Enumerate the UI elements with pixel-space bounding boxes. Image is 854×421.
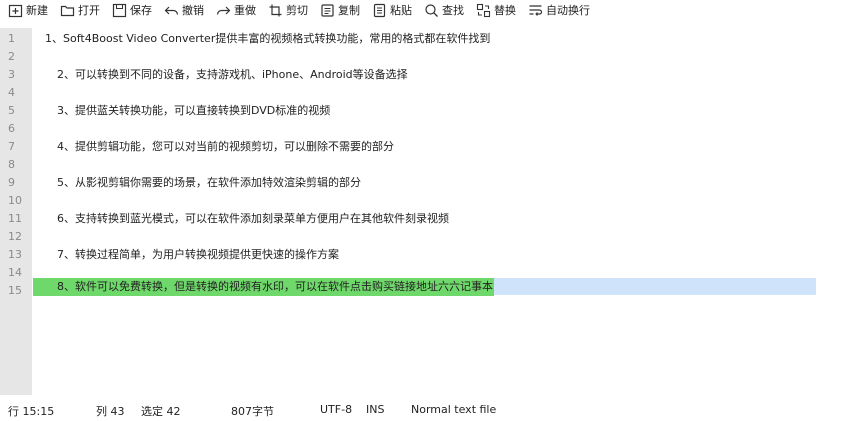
file-type-indicator[interactable]: Normal text file: [411, 403, 496, 416]
open-button[interactable]: 打开: [60, 2, 100, 18]
undo-label: 撤销: [182, 4, 204, 17]
copy-label: 复制: [338, 4, 360, 17]
paste-label: 粘贴: [390, 4, 412, 17]
cut-button[interactable]: 剪切: [268, 2, 308, 18]
paste-icon: [372, 3, 387, 18]
line-number: 3: [8, 68, 15, 81]
undo-button[interactable]: 撤销: [164, 2, 204, 18]
text-line[interactable]: 3、提供蓝关转换功能，可以直接转换到DVD标准的视频: [57, 102, 330, 120]
line-number: 14: [8, 266, 22, 279]
replace-icon: [476, 3, 491, 18]
redo-button[interactable]: 重做: [216, 2, 256, 18]
text-line-selected[interactable]: 8、软件可以免费转换，但是转换的视频有水印，可以在软件点击购买链接地址六六记事本: [33, 278, 494, 296]
redo-label: 重做: [234, 4, 256, 17]
new-button[interactable]: 新建: [8, 2, 48, 18]
status-bar: 行 15:15 列 43 选定 42 807字节 UTF-8 INS Norma…: [0, 402, 854, 421]
line-number: 8: [8, 158, 15, 171]
selection-count: 选定 42: [141, 405, 181, 418]
paste-button[interactable]: 粘贴: [372, 2, 412, 18]
word-wrap-button[interactable]: 自动换行: [528, 2, 590, 18]
copy-icon: [320, 3, 335, 18]
undo-icon: [164, 3, 179, 18]
line-number: 9: [8, 176, 15, 189]
save-icon: [112, 3, 127, 18]
column-indicator: 列 43: [96, 405, 125, 418]
text-line[interactable]: 4、提供剪辑功能，您可以对当前的视频剪切，可以删除不需要的部分: [57, 138, 394, 156]
text-line[interactable]: 7、转换过程简单，为用户转换视频提供更快速的操作方案: [57, 246, 339, 264]
word-wrap-label: 自动换行: [546, 4, 590, 17]
text-editor[interactable]: 1 2 3 4 5 6 7 8 9 10 11 12 13 14 15 1、So…: [0, 28, 854, 395]
line-number: 1: [8, 32, 15, 45]
line-number: 4: [8, 86, 15, 99]
crop-cut-icon: [268, 3, 283, 18]
line-number: 13: [8, 248, 22, 261]
save-button[interactable]: 保存: [112, 2, 152, 18]
byte-count: 807字节: [231, 405, 274, 418]
replace-button[interactable]: 替换: [476, 2, 516, 18]
copy-button[interactable]: 复制: [320, 2, 360, 18]
insert-mode-indicator[interactable]: INS: [366, 403, 384, 416]
text-line[interactable]: 1、Soft4Boost Video Converter提供丰富的视频格式转换功…: [45, 30, 490, 48]
line-number: 12: [8, 230, 22, 243]
toolbar: 新建 打开 保存 撤销 重做 剪切 复制 粘贴 查找 替换 自动换行: [0, 0, 854, 20]
new-file-icon: [8, 3, 23, 18]
line-number: 5: [8, 104, 15, 117]
new-label: 新建: [26, 4, 48, 17]
line-number: 15: [8, 284, 22, 297]
word-wrap-icon: [528, 3, 543, 18]
text-line[interactable]: 2、可以转换到不同的设备，支持游戏机、iPhone、Android等设备选择: [57, 66, 408, 84]
line-number: 6: [8, 122, 15, 135]
line-number: 7: [8, 140, 15, 153]
replace-label: 替换: [494, 4, 516, 17]
redo-icon: [216, 3, 231, 18]
find-label: 查找: [442, 4, 464, 17]
line-number: 2: [8, 50, 15, 63]
open-label: 打开: [78, 4, 100, 17]
find-button[interactable]: 查找: [424, 2, 464, 18]
search-icon: [424, 3, 439, 18]
line-number: 11: [8, 212, 22, 225]
folder-icon: [60, 3, 75, 18]
text-line[interactable]: 5、从影视剪辑你需要的场景，在软件添加特效渲染剪辑的部分: [57, 174, 361, 192]
encoding-indicator[interactable]: UTF-8: [320, 403, 352, 416]
save-label: 保存: [130, 4, 152, 17]
text-line[interactable]: 6、支持转换到蓝光模式，可以在软件添加刻录菜单方便用户在其他软件刻录视频: [57, 210, 449, 228]
cursor-position: 行 15:15: [8, 405, 55, 418]
line-number: 10: [8, 194, 22, 207]
cut-label: 剪切: [286, 4, 308, 17]
selected-text[interactable]: 8、软件可以免费转换，但是转换的视频有水印，可以在软件点击购买链接地址六六记事本: [33, 278, 494, 296]
line-number-gutter: 1 2 3 4 5 6 7 8 9 10 11 12 13 14 15: [0, 28, 32, 395]
